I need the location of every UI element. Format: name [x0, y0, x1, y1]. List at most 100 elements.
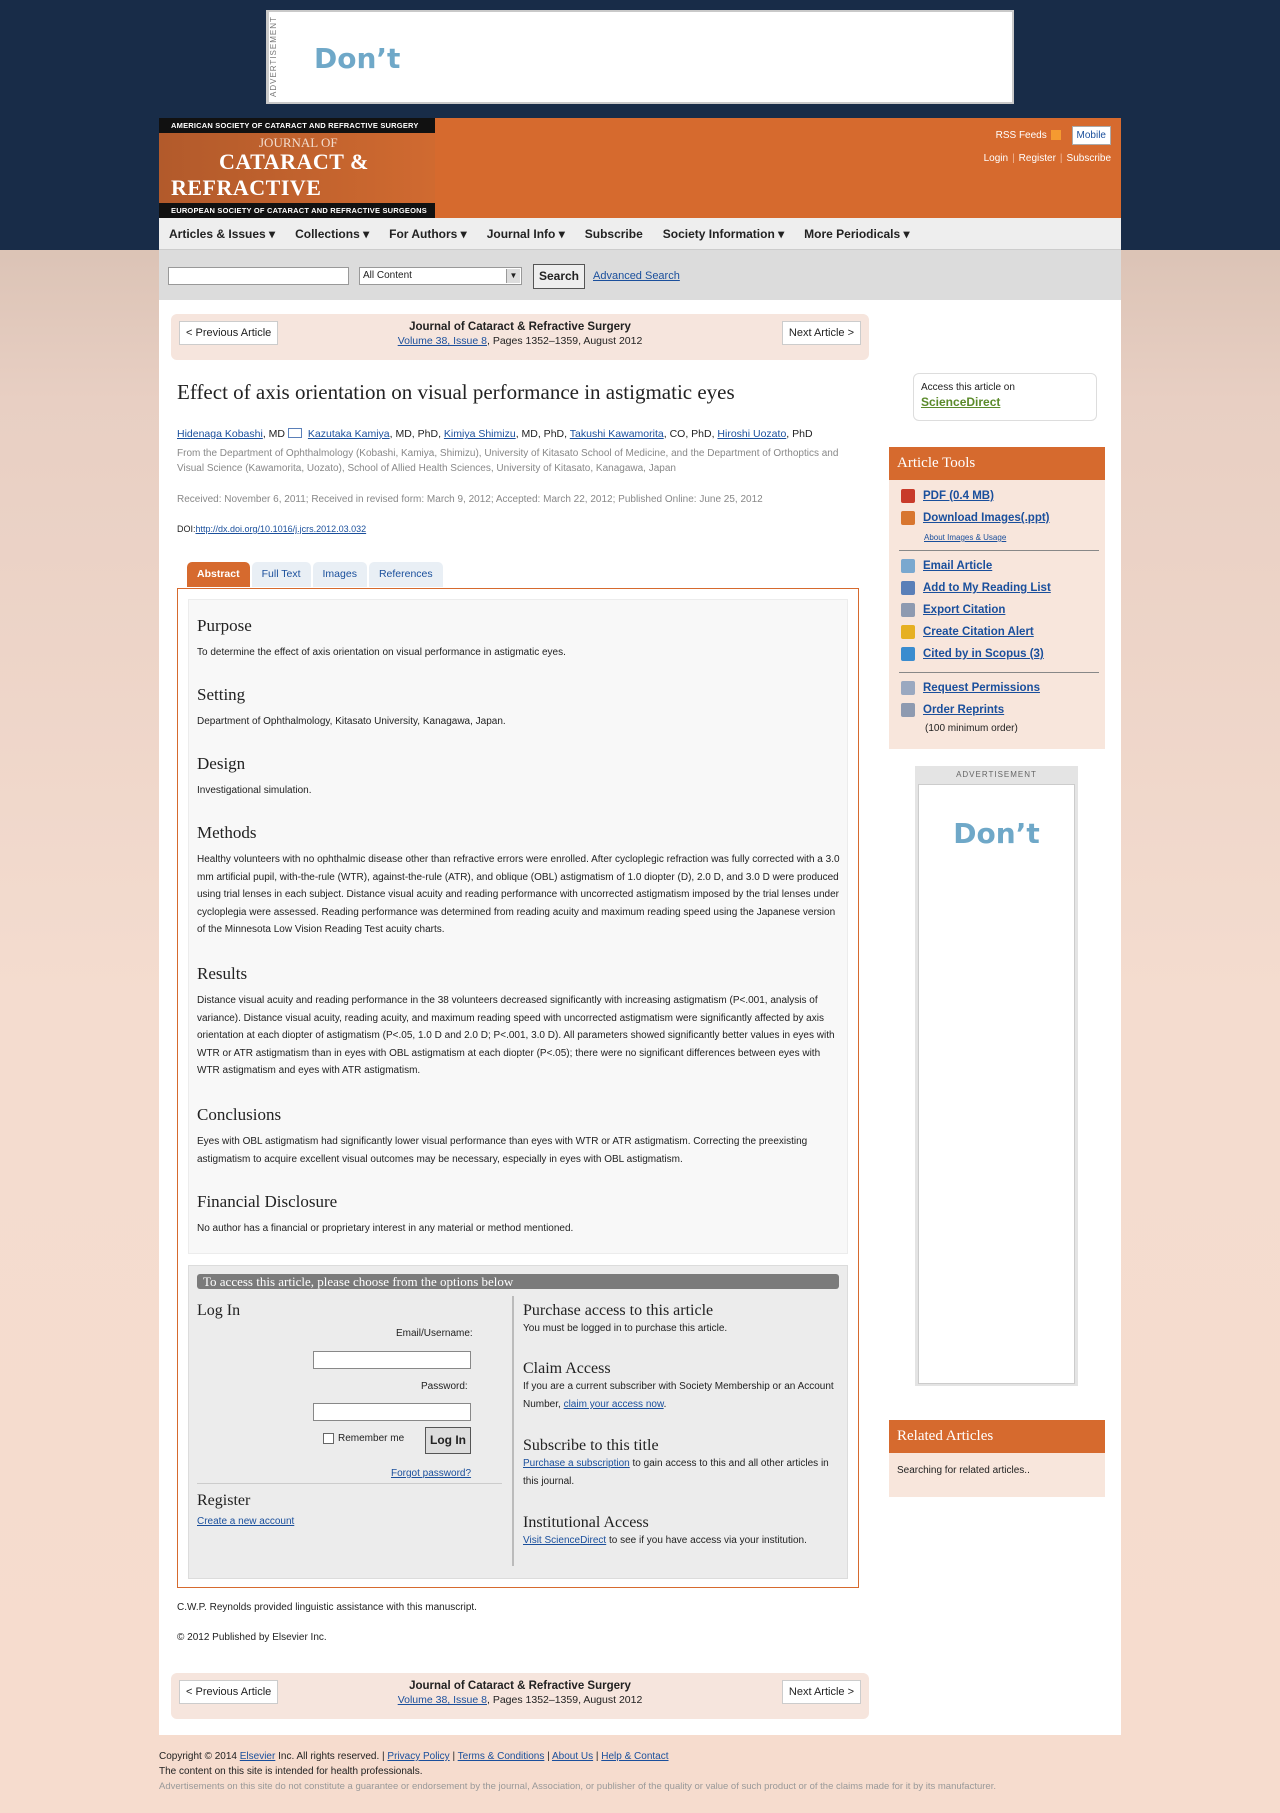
- nav-journal-info[interactable]: Journal Info ▾: [477, 218, 575, 250]
- email-article-link[interactable]: Email Article: [923, 560, 992, 572]
- sciencedirect-link[interactable]: ScienceDirect: [921, 395, 1089, 409]
- export-tool[interactable]: Export Citation: [901, 603, 1005, 617]
- download-images-tool[interactable]: Download Images(.ppt): [901, 511, 1050, 525]
- remember-checkbox[interactable]: [323, 1433, 334, 1444]
- tab-full-text[interactable]: Full Text: [251, 562, 311, 587]
- claim-heading: Claim Access: [523, 1360, 611, 1377]
- login-link[interactable]: Login: [984, 153, 1008, 164]
- subscribe-link[interactable]: Subscribe: [1067, 153, 1111, 164]
- about-images-link[interactable]: About Images & Usage: [924, 533, 1006, 542]
- purchase-subscription-link[interactable]: Purchase a subscription: [523, 1458, 630, 1469]
- article-copyright: © 2012 Published by Elsevier Inc.: [177, 1632, 327, 1643]
- ad-label: ADVERTISEMENT: [956, 770, 1037, 779]
- sciencedirect-visit-link[interactable]: Visit ScienceDirect: [523, 1535, 606, 1546]
- next-article-button[interactable]: Next Article >: [781, 1680, 861, 1704]
- nav-collections[interactable]: Collections ▾: [285, 218, 379, 250]
- top-advertisement[interactable]: ADVERTISEMENT Don’t: [266, 10, 1014, 104]
- main-nav: Articles & Issues ▾ Collections ▾ For Auth…: [159, 218, 1121, 250]
- divider: [197, 1483, 502, 1484]
- reading-list-link[interactable]: Add to My Reading List: [923, 582, 1051, 594]
- institutional-heading: Institutional Access: [523, 1514, 649, 1531]
- tab-abstract[interactable]: Abstract: [187, 562, 250, 587]
- section-text: Department of Ophthalmology, Kitasato Un…: [197, 716, 506, 727]
- related-articles-status: Searching for related articles..: [897, 1465, 1030, 1476]
- reprints-tool[interactable]: Order Reprints: [901, 703, 1004, 717]
- reprints-link[interactable]: Order Reprints: [923, 704, 1004, 716]
- ad-text: Don’t: [314, 42, 401, 75]
- author-degree: , MD, PhD,: [389, 428, 441, 440]
- search-scope-select[interactable]: All Content ▼: [359, 267, 522, 285]
- volume-link[interactable]: Volume 38, Issue 8: [398, 1694, 487, 1706]
- mail-icon[interactable]: [288, 428, 302, 438]
- sciencedirect-box[interactable]: Access this article on ScienceDirect: [913, 373, 1097, 421]
- section-heading: Purpose: [197, 616, 252, 635]
- author-link[interactable]: Hiroshi Uozato: [717, 428, 786, 440]
- nav-society-information[interactable]: Society Information ▾: [653, 218, 794, 250]
- advanced-search-link[interactable]: Advanced Search: [593, 270, 680, 282]
- privacy-policy-link[interactable]: Privacy Policy: [387, 1751, 449, 1762]
- help-contact-link[interactable]: Help & Contact: [601, 1751, 668, 1762]
- purchase-text: You must be logged in to purchase this a…: [523, 1323, 728, 1334]
- about-us-link[interactable]: About Us: [552, 1751, 593, 1762]
- search-button[interactable]: Search: [533, 264, 585, 289]
- article-nav-info: Journal of Cataract & Refractive Surgery…: [171, 1680, 869, 1706]
- forgot-password-link[interactable]: Forgot password?: [391, 1468, 471, 1479]
- search-scope-value: All Content: [363, 270, 412, 281]
- section-design: Design Investigational simulation.: [197, 754, 842, 800]
- create-account-link[interactable]: Create a new account: [197, 1516, 294, 1527]
- next-article-button[interactable]: Next Article >: [781, 321, 861, 345]
- institutional-section: Institutional Access Visit ScienceDirect…: [523, 1514, 839, 1550]
- nav-more-periodicals[interactable]: More Periodicals ▾: [794, 218, 919, 250]
- alert-tool[interactable]: Create Citation Alert: [901, 625, 1034, 639]
- email-tool[interactable]: Email Article: [901, 559, 992, 573]
- elsevier-link[interactable]: Elsevier: [240, 1751, 276, 1762]
- author-link[interactable]: Kimiya Shimizu: [444, 428, 516, 440]
- tab-references[interactable]: References: [368, 562, 443, 587]
- section-text: No author has a financial or proprietary…: [197, 1223, 574, 1234]
- download-images-link[interactable]: Download Images(.ppt): [923, 512, 1050, 524]
- search-input[interactable]: [168, 267, 349, 285]
- citation-alert-link[interactable]: Create Citation Alert: [923, 626, 1034, 638]
- journal-logo[interactable]: AMERICAN SOCIETY OF CATARACT AND REFRACT…: [159, 118, 435, 226]
- nav-articles-issues[interactable]: Articles & Issues ▾: [159, 218, 285, 250]
- section-conclusions: Conclusions Eyes with OBL astigmatism had…: [197, 1105, 842, 1168]
- volume-link[interactable]: Volume 38, Issue 8: [398, 335, 487, 347]
- tab-images[interactable]: Images: [312, 562, 367, 587]
- nav-for-authors[interactable]: For Authors ▾: [379, 218, 477, 250]
- pdf-tool[interactable]: PDF (0.4 MB): [901, 489, 994, 503]
- rss-link[interactable]: RSS Feeds: [996, 130, 1047, 141]
- scopus-link[interactable]: Cited by in Scopus (3): [923, 648, 1044, 660]
- site-header: AMERICAN SOCIETY OF CATARACT AND REFRACT…: [159, 118, 1121, 226]
- pdf-link[interactable]: PDF (0.4 MB): [923, 490, 994, 502]
- permissions-link[interactable]: Request Permissions: [923, 682, 1040, 694]
- email-field[interactable]: [313, 1351, 471, 1369]
- author-link[interactable]: Hidenaga Kobashi: [177, 428, 263, 440]
- author-link[interactable]: Takushi Kawamorita: [570, 428, 664, 440]
- page-container: AMERICAN SOCIETY OF CATARACT AND REFRACT…: [159, 118, 1121, 1735]
- nav-subscribe[interactable]: Subscribe: [575, 218, 653, 250]
- password-field[interactable]: [313, 1403, 471, 1421]
- author-link[interactable]: Kazutaka Kamiya: [308, 428, 390, 440]
- permissions-tool[interactable]: Request Permissions: [901, 681, 1040, 695]
- scopus-tool[interactable]: Cited by in Scopus (3): [901, 647, 1044, 661]
- remember-me[interactable]: Remember me: [323, 1433, 404, 1444]
- login-button[interactable]: Log In: [425, 1427, 471, 1454]
- claim-access-link[interactable]: claim your access now: [564, 1399, 664, 1410]
- reading-list-tool[interactable]: Add to My Reading List: [901, 581, 1051, 595]
- sidebar-advertisement[interactable]: ADVERTISEMENT Don’t: [915, 766, 1078, 1386]
- ad-text: Don’t: [953, 817, 1040, 850]
- login-heading: Log In: [197, 1302, 241, 1319]
- access-options: To access this article, please choose fr…: [188, 1265, 848, 1579]
- terms-link[interactable]: Terms & Conditions: [458, 1751, 545, 1762]
- section-setting: Setting Department of Ophthalmology, Kita…: [197, 685, 842, 731]
- article-tools-panel: Article Tools PDF (0.4 MB) Download Imag…: [889, 447, 1105, 749]
- article-tabs: Abstract Full Text Images References: [187, 562, 445, 587]
- divider: [512, 1296, 514, 1566]
- register-link[interactable]: Register: [1019, 153, 1056, 164]
- doi-link[interactable]: http://dx.doi.org/10.1016/j.jcrs.2012.03…: [196, 524, 367, 534]
- section-heading: Results: [197, 964, 248, 983]
- mobile-button[interactable]: Mobile: [1071, 126, 1111, 145]
- journal-name: Journal of Cataract & Refractive Surgery: [409, 321, 631, 333]
- export-citation-link[interactable]: Export Citation: [923, 604, 1005, 616]
- header-links: RSS Feeds Mobile Login | Register | Subscrib…: [984, 126, 1111, 164]
